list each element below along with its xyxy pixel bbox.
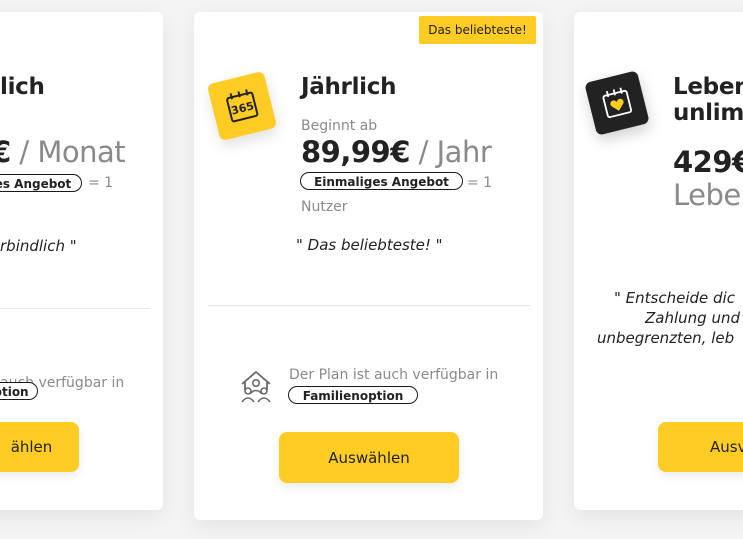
plan-quote-line2: Zahlung und (645, 309, 740, 327)
family-house-icon (239, 369, 273, 403)
divider (0, 308, 150, 309)
divider (208, 305, 530, 306)
one-time-offer-pill: Einmaliges Angebot (300, 172, 463, 190)
plan-title: lich (0, 74, 45, 100)
plan-quote-line1: " Entscheide dic (614, 289, 735, 307)
users-label: Nutzer (301, 199, 348, 215)
users-count: = 1 (467, 175, 493, 191)
most-popular-badge: Das beliebteste! (419, 16, 536, 44)
calendar-heart-graphic (602, 87, 633, 119)
select-button[interactable]: Auswählen (279, 432, 459, 483)
select-button[interactable]: ählen (0, 422, 79, 472)
select-button[interactable]: Ausv (658, 422, 743, 472)
calendar-365-icon: 365 (206, 70, 278, 142)
family-option-text: Der Plan ist auch verfügbar in (289, 367, 499, 383)
plan-title-line2: unlimi (673, 100, 743, 126)
calendar-heart-icon (584, 70, 650, 136)
plan-quote: rbindlich " (0, 237, 77, 255)
plan-price-period: Lebe (673, 178, 741, 212)
family-option-pill[interactable]: Familienoption (288, 386, 418, 404)
plan-card-lifetime: Leben unlimi 429€ Lebe " Entscheide dic … (574, 12, 743, 510)
family-house-graphic (241, 371, 271, 403)
plan-quote-line3: unbegrenzten, leb (597, 329, 735, 347)
one-time-offer-pill: es Angebot (0, 174, 82, 192)
plan-price: 89,99€ / Jahr (301, 135, 492, 169)
starts-from-label: Beginnt ab (301, 118, 378, 134)
plan-price: € / Monat (0, 135, 126, 169)
users-count: = 1 (88, 175, 114, 191)
plan-card-yearly: Das beliebteste! 365 Jährlich Beginnt ab… (194, 12, 543, 520)
plan-price: 429€ (673, 145, 743, 179)
family-option-pill[interactable]: ption (0, 382, 38, 400)
plan-title-line1: Leben (673, 74, 743, 100)
plan-card-monthly: lich € / Monat es Angebot = 1 rbindlich … (0, 12, 163, 510)
plan-quote: " Das beliebteste! " (296, 236, 443, 254)
plan-title: Jährlich (301, 74, 397, 100)
